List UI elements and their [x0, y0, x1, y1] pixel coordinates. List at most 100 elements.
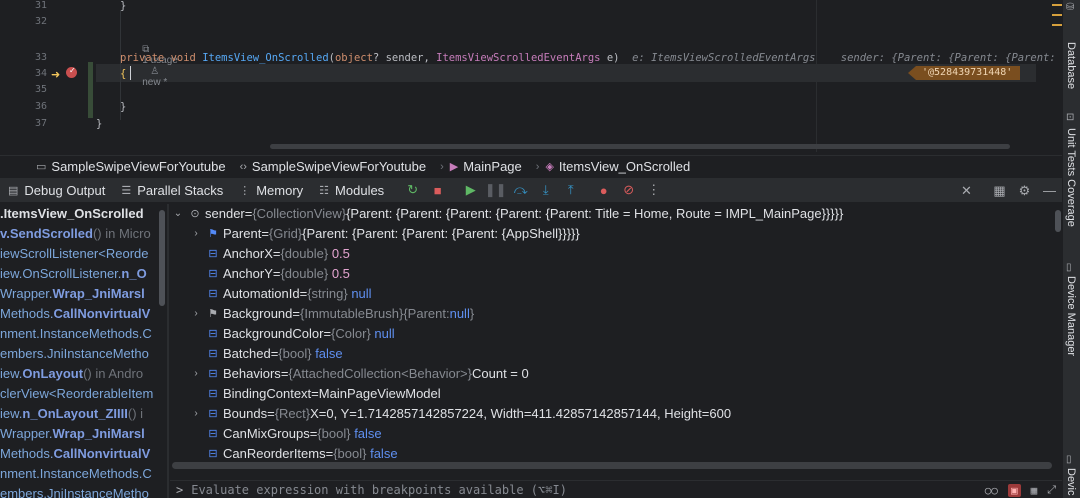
resume-icon[interactable]: ▶: [458, 178, 483, 203]
breadcrumb-method[interactable]: ◈ ItemsView_OnScrolled: [545, 159, 690, 174]
stop-icon[interactable]: ■: [425, 178, 450, 203]
tool-window-device-manager[interactable]: Device Manager: [1065, 276, 1077, 356]
breadcrumb-namespace[interactable]: ‹› SampleSwipeViewForYoutube: [240, 159, 427, 174]
stack-frame[interactable]: iew.OnScrollListener.n_O: [0, 264, 147, 284]
evaluate-expression-bar[interactable]: > Evaluate expression with breakpoints a…: [170, 480, 1062, 498]
code-text: ? sender,: [372, 52, 437, 64]
equals-sign: =: [311, 386, 319, 401]
variable-name: CanReorderItems: [223, 446, 326, 460]
breadcrumb-project[interactable]: ▭ SampleSwipeViewForYoutube: [36, 159, 226, 174]
tool-window-database[interactable]: Database: [1065, 42, 1077, 89]
tab-modules[interactable]: ☷ Modules: [311, 178, 392, 203]
stack-frame[interactable]: Methods.CallNonvirtualV: [0, 444, 150, 464]
stack-frame[interactable]: embers.JniInstanceMetho: [0, 484, 149, 498]
object-icon: ⊙: [190, 208, 200, 220]
gear-icon[interactable]: ⚙: [1012, 178, 1037, 203]
variables-vertical-scrollbar[interactable]: [1055, 210, 1061, 232]
stack-frame[interactable]: iewScrollListener<Reorde: [0, 244, 149, 264]
tab-memory[interactable]: ⋮ Memory: [231, 178, 311, 203]
eval-input[interactable]: Evaluate expression with breakpoints ava…: [191, 483, 567, 497]
variable-name: Batched: [223, 346, 271, 361]
variables-horizontal-scrollbar[interactable]: [172, 462, 1052, 469]
variable-row[interactable]: › ⊟ Behaviors = {AttachedCollection<Behavi…: [190, 364, 528, 384]
variable-row[interactable]: ⊟ BindingContext = MainPageViewModel: [190, 384, 440, 404]
variable-row[interactable]: ⊟ CanReorderItems = {bool} false: [190, 444, 397, 460]
stack-frame[interactable]: clerView<ReorderableItem: [0, 384, 153, 404]
breadcrumb-class[interactable]: ▶ MainPage: [450, 159, 522, 174]
frames-scrollbar-thumb[interactable]: [159, 210, 165, 306]
mute-breakpoints-icon[interactable]: ⊘: [616, 178, 641, 203]
variable-row[interactable]: › ⚑ Parent = {Grid} {Parent: {Parent: {Par…: [190, 224, 579, 244]
stack-frame[interactable]: Wrapper.Wrap_JniMarsl: [0, 284, 145, 304]
variable-value: X=0, Y=1.7142857142857224, Width=411.428…: [310, 406, 732, 421]
variable-row[interactable]: ⊟ CanMixGroups = {bool} false: [190, 424, 381, 444]
tab-label: Memory: [256, 182, 304, 198]
record-icon[interactable]: ▣: [1007, 483, 1021, 497]
variable-row[interactable]: ⊟ Batched = {bool} false: [190, 344, 343, 364]
variable-row[interactable]: › ⊟ Bounds = {Rect} X=0, Y=1.7142857142857…: [190, 404, 731, 424]
chevron-right-icon[interactable]: ›: [190, 364, 202, 384]
variable-value: {Parent: {Parent: {Parent: {Parent: {Par…: [346, 206, 844, 221]
tab-debug-output[interactable]: ▤ Debug Output: [0, 178, 113, 203]
variable-value: false: [315, 346, 343, 361]
line-numbers: 31 32 33 34 35 36 37: [25, 0, 47, 152]
stack-frame[interactable]: iew.OnLayout() in Andro: [0, 364, 143, 384]
breadcrumb-label: SampleSwipeViewForYoutube: [51, 159, 226, 174]
code-editor[interactable]: 31 32 33 34 35 36 37 ➜ ✓ } ⧉ 1 usage ♙ n…: [0, 0, 1062, 152]
variable-row-sender[interactable]: ⌄ ⊙ sender = {CollectionView} {Parent: {…: [172, 204, 843, 224]
tool-window-device[interactable]: Devic: [1065, 468, 1077, 496]
step-over-icon[interactable]: ⤼: [508, 178, 533, 203]
editor-horizontal-scrollbar[interactable]: [270, 144, 1010, 149]
tab-label: Parallel Stacks: [137, 182, 224, 198]
calculator-icon[interactable]: ▦: [1031, 484, 1038, 497]
chevron-down-icon[interactable]: ⌄: [172, 204, 184, 224]
more-options-icon[interactable]: ⋮: [641, 178, 666, 203]
pause-icon[interactable]: ❚❚: [483, 178, 508, 203]
stack-frame[interactable]: Methods.CallNonvirtualV: [0, 304, 150, 324]
tool-window-unit-tests-coverage[interactable]: Unit Tests Coverage: [1065, 128, 1077, 227]
author-hint[interactable]: new *: [142, 77, 167, 88]
tab-parallel-stacks[interactable]: ☰ Parallel Stacks: [113, 178, 231, 203]
stack-frame[interactable]: .ItemsView_OnScrolled: [0, 204, 144, 224]
equals-sign: =: [244, 206, 253, 221]
chevron-right-icon[interactable]: ›: [190, 224, 202, 244]
glasses-icon[interactable]: ○○: [985, 484, 998, 497]
expand-icon[interactable]: ⤢: [1047, 483, 1056, 497]
inline-value-badge[interactable]: '@528439731448': [908, 66, 1021, 80]
code-vision-hints[interactable]: ⧉ 1 usage ♙ new *: [120, 33, 178, 99]
view-breakpoints-icon[interactable]: ●: [591, 178, 616, 203]
chevron-right-icon[interactable]: ›: [190, 304, 202, 324]
warning-stripe[interactable]: [1052, 4, 1062, 6]
frames-panel[interactable]: .ItemsView_OnScrolled v.SendScrolled() in…: [0, 204, 156, 498]
stack-frame[interactable]: nment.InstanceMethods.C: [0, 324, 152, 344]
stack-frame[interactable]: v.SendScrolled() in Micro: [0, 224, 151, 244]
rerun-icon[interactable]: ↻: [400, 178, 425, 203]
variables-panel[interactable]: ⌄ ⊙ sender = {CollectionView} {Parent: {…: [170, 204, 1062, 460]
step-out-icon[interactable]: ⤒: [558, 178, 583, 203]
stack-frame[interactable]: Wrapper.Wrap_JniMarsl: [0, 424, 145, 444]
layout-icon[interactable]: ▦: [987, 178, 1012, 203]
warning-stripe[interactable]: [1052, 14, 1062, 16]
stack-frame[interactable]: nment.InstanceMethods.C: [0, 464, 152, 484]
device-icon: ▯: [1066, 262, 1072, 273]
line-number: 31: [34, 0, 47, 11]
debug-toolbar: ▤ Debug Output ☰ Parallel Stacks ⋮ Memor…: [0, 178, 1062, 203]
method-icon: ◈: [545, 161, 554, 173]
variable-row[interactable]: ⊟ AnchorY = {double} 0.5: [190, 264, 350, 284]
execution-point-arrow-icon: ➜: [51, 68, 61, 81]
step-into-icon[interactable]: ⤓: [533, 178, 558, 203]
variable-row[interactable]: ⊟ AnchorX = {double} 0.5: [190, 244, 350, 264]
panel-divider[interactable]: [167, 204, 169, 498]
project-icon: ▭: [36, 161, 47, 173]
close-icon[interactable]: ✕: [954, 178, 979, 203]
variable-row[interactable]: › ⚑ Background = {ImmutableBrush} {Parent:…: [190, 304, 474, 324]
minimize-icon[interactable]: —: [1037, 178, 1062, 203]
variable-row[interactable]: ⊟ AutomationId = {string} null: [190, 284, 371, 304]
stack-frame[interactable]: embers.JniInstanceMetho: [0, 344, 149, 364]
warning-stripe[interactable]: [1052, 24, 1062, 26]
frame-location: () in Andro: [83, 366, 144, 381]
variable-row[interactable]: ⊟ BackgroundColor = {Color} null: [190, 324, 394, 344]
chevron-right-icon[interactable]: ›: [190, 404, 202, 424]
stack-frame[interactable]: iew.n_OnLayout_ZIIII() i: [0, 404, 143, 424]
code-line-36: }: [120, 99, 126, 115]
